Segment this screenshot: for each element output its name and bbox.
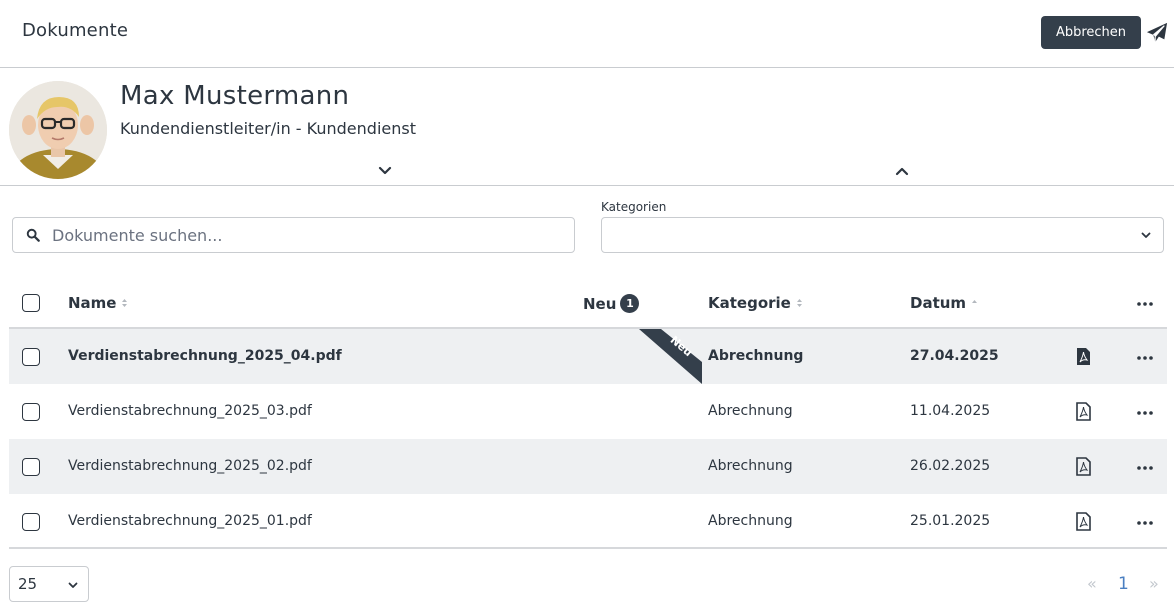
row-checkbox[interactable] <box>22 348 40 366</box>
sort-ascending-icon <box>972 300 978 303</box>
pagination-current-page[interactable]: 1 <box>1118 574 1129 594</box>
avatar <box>9 81 107 179</box>
page-title: Dokumente <box>22 20 129 41</box>
table-row[interactable]: Verdienstabrechnung_2025_01.pdf Abrechnu… <box>9 494 1167 549</box>
page-size-value: 25 <box>18 575 38 593</box>
pagination-next[interactable]: » <box>1149 574 1159 593</box>
pdf-file-icon[interactable] <box>1076 457 1091 476</box>
search-icon <box>26 228 40 242</box>
column-date-label: Datum <box>910 294 967 312</box>
sort-icon <box>796 299 802 307</box>
document-date: 25.01.2025 <box>910 513 991 529</box>
chevron-down-icon <box>1141 232 1151 238</box>
sort-icon <box>122 299 128 307</box>
table-row[interactable]: Verdienstabrechnung_2025_02.pdf Abrechnu… <box>9 439 1167 494</box>
category-label: Kategorien <box>601 200 667 214</box>
document-date: 11.04.2025 <box>910 403 991 419</box>
paper-plane-icon[interactable] <box>1146 22 1168 44</box>
document-name[interactable]: Verdienstabrechnung_2025_04.pdf <box>68 348 342 364</box>
column-name-label: Name <box>68 294 117 312</box>
table-row[interactable]: Verdienstabrechnung_2025_03.pdf Abrechnu… <box>9 384 1167 439</box>
row-checkbox[interactable] <box>22 513 40 531</box>
profile-name: Max Mustermann <box>120 81 350 111</box>
new-count-badge: 1 <box>620 294 640 313</box>
profile-role: Kundendienstleiter/in - Kundendienst <box>120 119 416 138</box>
chevron-down-icon[interactable] <box>378 166 392 176</box>
column-new-label: Neu <box>583 294 617 313</box>
pdf-file-icon[interactable] <box>1076 402 1091 421</box>
document-name[interactable]: Verdienstabrechnung_2025_03.pdf <box>68 403 312 419</box>
document-date: 26.02.2025 <box>910 458 991 474</box>
table-row[interactable]: Verdienstabrechnung_2025_04.pdf Neu Abre… <box>9 329 1167 384</box>
document-category: Abrechnung <box>708 403 793 419</box>
search-input[interactable] <box>52 225 552 245</box>
ellipsis-icon[interactable] <box>1137 356 1153 360</box>
ellipsis-icon[interactable] <box>1137 302 1153 306</box>
document-category: Abrechnung <box>708 513 793 529</box>
row-checkbox[interactable] <box>22 458 40 476</box>
ellipsis-icon[interactable] <box>1137 466 1153 470</box>
pdf-file-icon[interactable] <box>1076 347 1091 366</box>
column-category-label: Kategorie <box>708 294 791 312</box>
select-all-checkbox[interactable] <box>22 294 40 312</box>
document-category: Abrechnung <box>708 458 793 474</box>
table-header: Name Neu 1 Kategorie Datum <box>9 276 1167 329</box>
column-name-header[interactable]: Name <box>68 294 128 312</box>
document-date: 27.04.2025 <box>910 348 999 364</box>
search-box[interactable] <box>12 217 575 253</box>
column-date-header[interactable]: Datum <box>910 294 978 312</box>
column-new-header: Neu 1 <box>583 294 640 313</box>
page-size-select[interactable]: 25 <box>9 566 89 602</box>
ellipsis-icon[interactable] <box>1137 411 1153 415</box>
row-checkbox[interactable] <box>22 403 40 421</box>
cancel-button[interactable]: Abbrechen <box>1041 16 1141 49</box>
ellipsis-icon[interactable] <box>1137 521 1153 525</box>
chevron-down-icon <box>68 582 78 588</box>
new-ribbon: Neu <box>639 329 702 384</box>
category-select[interactable] <box>601 217 1164 253</box>
document-name[interactable]: Verdienstabrechnung_2025_02.pdf <box>68 458 312 474</box>
chevron-up-icon[interactable] <box>895 166 909 176</box>
documents-table: Name Neu 1 Kategorie Datum Verdienstabre… <box>9 276 1167 549</box>
document-category: Abrechnung <box>708 348 804 364</box>
pagination-prev[interactable]: « <box>1087 574 1097 593</box>
pdf-file-icon[interactable] <box>1076 512 1091 531</box>
document-name[interactable]: Verdienstabrechnung_2025_01.pdf <box>68 513 312 529</box>
top-bar: Dokumente Abbrechen <box>0 0 1174 68</box>
profile-section: Max Mustermann Kundendienstleiter/in - K… <box>0 68 1174 186</box>
column-category-header[interactable]: Kategorie <box>708 294 803 312</box>
